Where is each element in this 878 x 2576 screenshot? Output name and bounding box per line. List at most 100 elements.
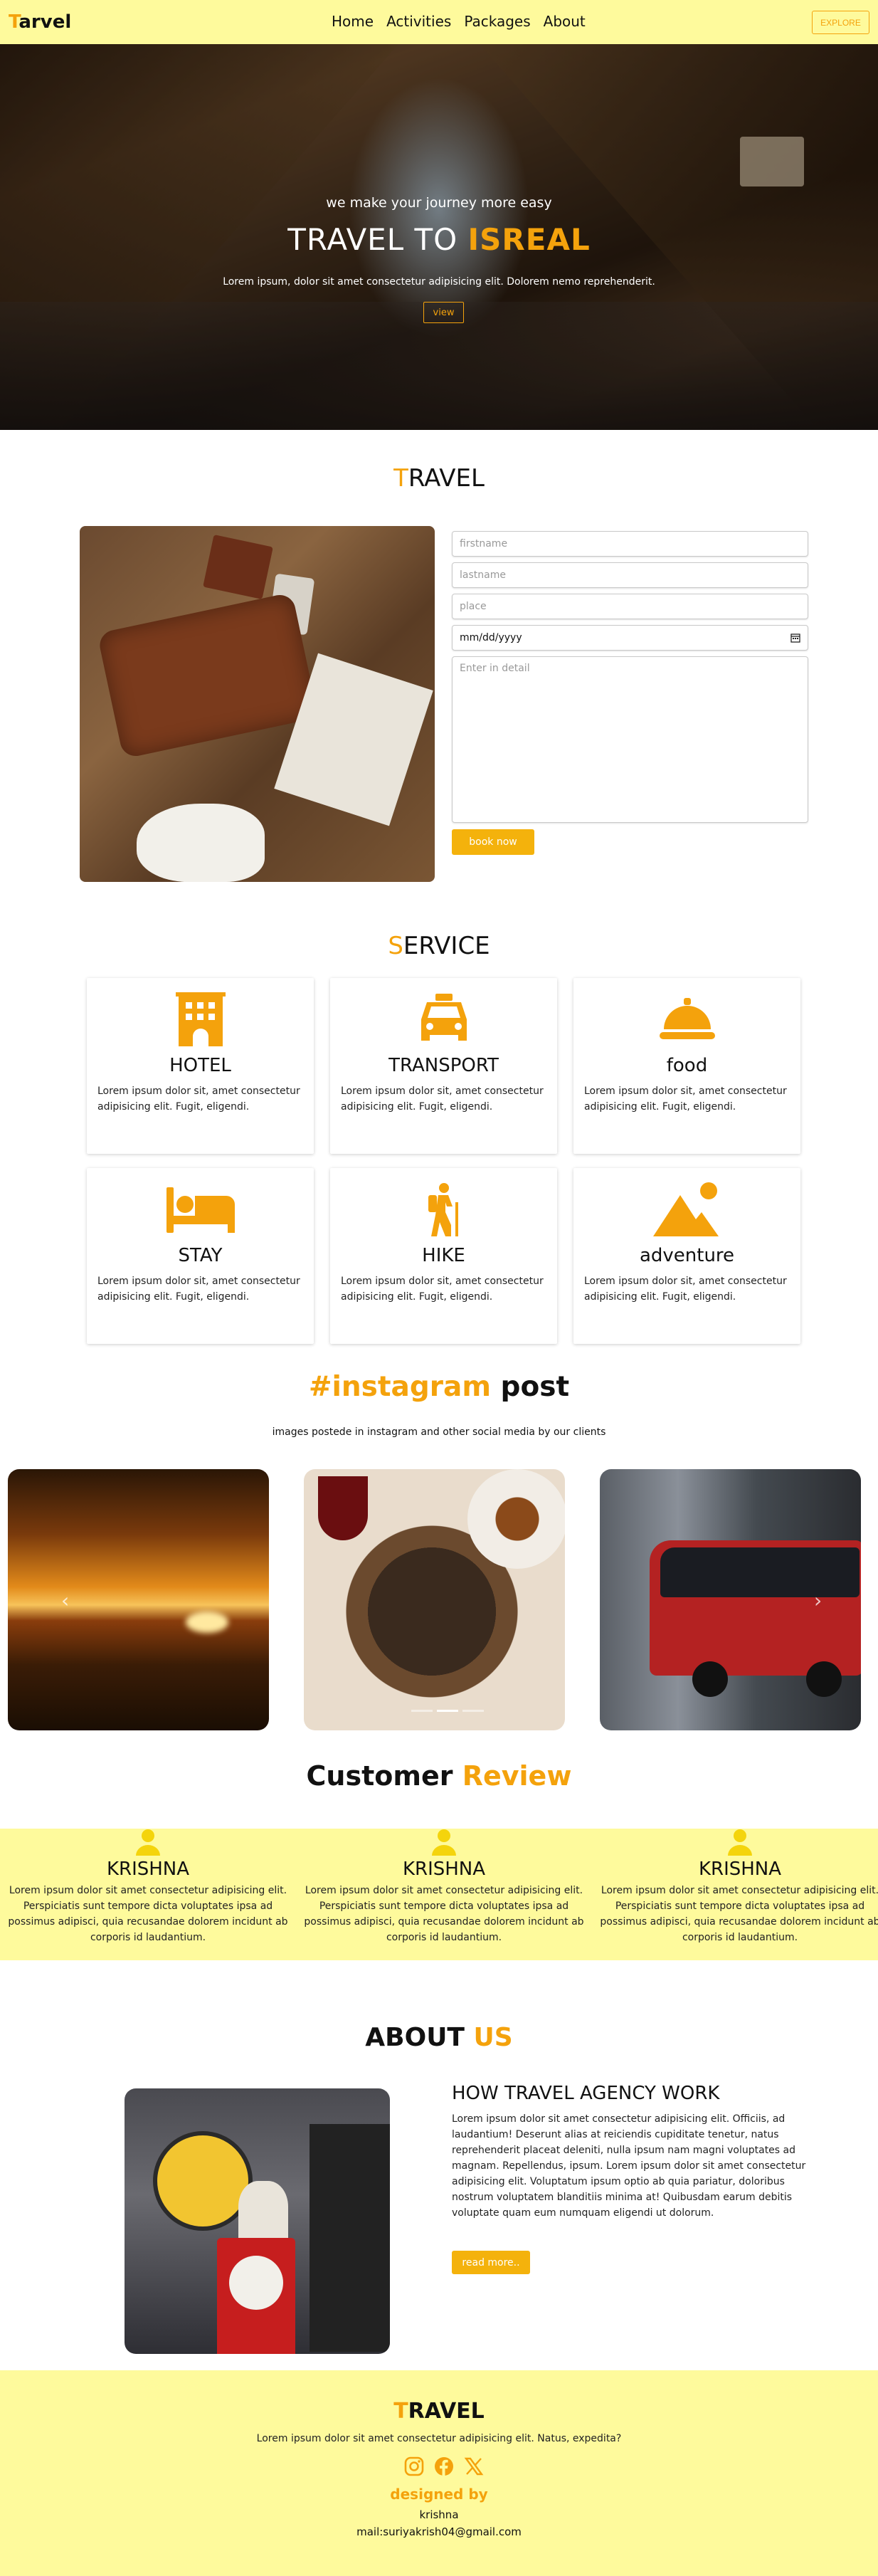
travel-title-first: T	[393, 464, 408, 493]
footer: TRAVEL Lorem ipsum dolor sit amet consec…	[0, 2370, 878, 2576]
about-body: Lorem ipsum dolor sit amet consectetur a…	[452, 2113, 806, 2219]
instagram-icon[interactable]	[403, 2456, 425, 2477]
footer-brand-first: T	[393, 2399, 408, 2424]
carousel-dot[interactable]	[411, 1710, 433, 1712]
service-description: Lorem ipsum dolor sit, amet consectetur …	[584, 1276, 787, 1303]
hero-title-prefix: TRAVEL TO	[287, 222, 468, 257]
review-card: KRISHNA Lorem ipsum dolor sit amet conse…	[6, 1829, 290, 1945]
service-description: Lorem ipsum dolor sit, amet consectetur …	[97, 1276, 300, 1303]
hiker-icon	[330, 1181, 557, 1238]
service-section-title: SERVICE	[0, 932, 878, 960]
lastname-input[interactable]: lastname	[452, 562, 808, 588]
service-title-rest: ERVICE	[403, 932, 490, 960]
nav-links: Home Activities Packages About	[332, 13, 586, 30]
travel-section-title: TRAVEL	[0, 464, 878, 493]
service-description: Lorem ipsum dolor sit, amet consectetur …	[341, 1276, 544, 1303]
place-input[interactable]: place	[452, 594, 808, 619]
photo-side-plate	[467, 1469, 565, 1569]
book-now-button[interactable]: book now	[452, 829, 534, 855]
service-title-first: S	[388, 932, 403, 960]
photo-bus-wheel	[692, 1661, 728, 1697]
review-card: KRISHNA Lorem ipsum dolor sit amet conse…	[598, 1829, 878, 1945]
firstname-input[interactable]: firstname	[452, 531, 808, 557]
service-title: food	[666, 1055, 708, 1076]
photo-bag	[97, 592, 319, 759]
photo-wallet	[203, 534, 273, 600]
x-twitter-icon[interactable]	[463, 2456, 485, 2477]
explore-button[interactable]: EXPLORE	[812, 11, 869, 34]
instagram-subtitle: images postede in instagram and other so…	[272, 1426, 606, 1438]
review-card: KRISHNA Lorem ipsum dolor sit amet conse…	[302, 1829, 586, 1945]
service-description: Lorem ipsum dolor sit, amet consectetur …	[341, 1085, 544, 1113]
review-text: Lorem ipsum dolor sit amet consectetur a…	[304, 1885, 584, 1943]
instagram-title-accent: #instagram	[308, 1371, 491, 1403]
user-icon	[598, 1829, 878, 1856]
reviewer-name: KRISHNA	[402, 1859, 486, 1880]
review-text: Lorem ipsum dolor sit amet consectetur a…	[600, 1885, 878, 1943]
carousel-prev-icon[interactable]: ‹	[61, 1589, 69, 1612]
photo-bus-wheel	[806, 1661, 842, 1697]
hero-title: TRAVEL TO ISREAL	[0, 222, 878, 257]
photo-bus-window	[660, 1547, 860, 1597]
instagram-section-title: #instagram post	[0, 1371, 878, 1403]
service-title: TRANSPORT	[388, 1055, 499, 1076]
nav-link-packages[interactable]: Packages	[464, 13, 530, 30]
review-title-main: Customer	[306, 1760, 462, 1792]
photo-shell-sign	[238, 2181, 288, 2245]
service-card-hotel: HOTEL Lorem ipsum dolor sit, amet consec…	[87, 978, 314, 1154]
service-card-stay: STAY Lorem ipsum dolor sit, amet consect…	[87, 1168, 314, 1344]
review-title-accent: Review	[462, 1760, 572, 1792]
nav-link-home[interactable]: Home	[332, 13, 374, 30]
cloche-icon	[573, 991, 800, 1048]
date-input[interactable]: mm/dd/yyyy	[452, 625, 808, 651]
designed-by-label: designed by	[390, 2486, 488, 2503]
navbar: Tarvel Home Activities Packages About EX…	[0, 0, 878, 44]
hero-subtitle: we make your journey more easy	[326, 195, 552, 211]
site-logo[interactable]: Tarvel	[9, 11, 71, 33]
photo-pump-gauge	[229, 2256, 283, 2310]
user-icon	[6, 1829, 290, 1856]
mountain-icon	[573, 1181, 800, 1238]
instagram-photo-sunset[interactable]	[8, 1469, 269, 1730]
taxi-icon	[330, 991, 557, 1048]
about-heading: HOW TRAVEL AGENCY WORK	[452, 2083, 720, 2104]
photo-sign	[153, 2131, 253, 2231]
designer-name: krishna	[419, 2508, 459, 2521]
date-value: mm/dd/yyyy	[460, 632, 522, 643]
nav-link-about[interactable]: About	[544, 13, 586, 30]
service-description: Lorem ipsum dolor sit, amet consectetur …	[584, 1085, 787, 1113]
carousel-dot[interactable]	[462, 1710, 484, 1712]
designer-email[interactable]: mail:suriyakrish04@gmail.com	[0, 2525, 878, 2538]
instagram-title-rest: post	[490, 1371, 570, 1403]
footer-tagline: Lorem ipsum dolor sit amet consectetur a…	[256, 2433, 622, 2444]
carousel-dot-active[interactable]	[437, 1710, 458, 1712]
about-title-accent: US	[473, 2023, 513, 2052]
instagram-photo-food[interactable]	[304, 1469, 565, 1730]
service-card-food: food Lorem ipsum dolor sit, amet consect…	[573, 978, 800, 1154]
hero-description: Lorem ipsum, dolor sit amet consectetur …	[223, 276, 655, 288]
review-section-title: Customer Review	[0, 1760, 878, 1792]
carousel-next-icon[interactable]: ›	[814, 1589, 822, 1612]
read-more-button[interactable]: read more..	[452, 2251, 530, 2274]
photo-sun	[186, 1612, 228, 1633]
reviewer-name: KRISHNA	[106, 1859, 190, 1880]
service-card-adventure: adventure Lorem ipsum dolor sit, amet co…	[573, 1168, 800, 1344]
travel-photo	[80, 526, 435, 882]
footer-brand: TRAVEL	[0, 2399, 878, 2424]
photo-door	[310, 2124, 390, 2352]
travel-title-rest: RAVEL	[408, 464, 485, 493]
detail-textarea[interactable]: Enter in detail	[452, 656, 808, 823]
user-icon	[302, 1829, 586, 1856]
photo-wine-glass	[318, 1476, 368, 1540]
calendar-icon[interactable]	[790, 633, 800, 643]
footer-brand-rest: RAVEL	[408, 2399, 485, 2424]
carousel-indicators	[411, 1710, 484, 1712]
about-photo	[125, 2088, 390, 2354]
nav-link-activities[interactable]: Activities	[386, 13, 451, 30]
service-title: HOTEL	[169, 1055, 231, 1076]
hero-view-button[interactable]: view	[423, 302, 464, 323]
service-title: adventure	[639, 1245, 735, 1266]
service-title: STAY	[178, 1245, 223, 1266]
service-description: Lorem ipsum dolor sit, amet consectetur …	[97, 1085, 300, 1113]
facebook-icon[interactable]	[433, 2456, 455, 2477]
